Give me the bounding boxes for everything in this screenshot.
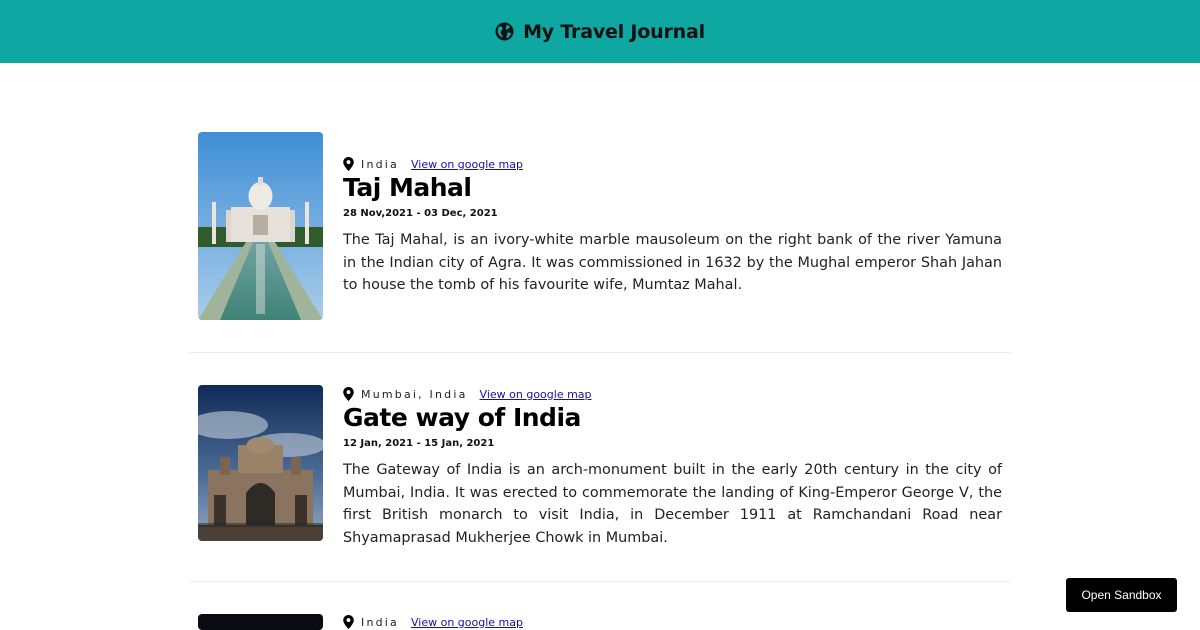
google-map-link[interactable]: View on google map — [480, 388, 592, 401]
entry-title: Gate way of India — [343, 403, 581, 432]
entry-description: The Taj Mahal, is an ivory-white marble … — [343, 232, 1002, 294]
entry-info: India View on google map Taj Mahal 28 No… — [343, 156, 1002, 297]
entry-location: Mumbai, India — [361, 387, 468, 401]
location-row: Mumbai, India View on google map — [343, 386, 1002, 402]
entry-photo — [198, 614, 323, 630]
entry-description: The Gateway of India is an arch-monument… — [343, 462, 1002, 546]
entry-divider — [190, 581, 1010, 582]
open-sandbox-button[interactable]: Open Sandbox — [1066, 578, 1177, 612]
app-title: My Travel Journal — [523, 20, 705, 43]
entry-dates: 28 Nov,2021 - 03 Dec, 2021 — [343, 208, 498, 219]
journal-entry: India View on google map Taj Mahal 28 No… — [190, 132, 1010, 332]
globe-icon — [495, 22, 514, 41]
location-row: India View on google map — [343, 614, 1002, 630]
location-row: India View on google map — [343, 156, 1002, 172]
google-map-link[interactable]: View on google map — [411, 158, 523, 171]
google-map-link[interactable]: View on google map — [411, 616, 523, 629]
entry-dates: 12 Jan, 2021 - 15 Jan, 2021 — [343, 438, 495, 449]
entry-divider — [190, 352, 1010, 353]
entry-info: Mumbai, India View on google map Gate wa… — [343, 386, 1002, 549]
entry-photo-taj-mahal — [198, 132, 323, 320]
location-pin-icon — [343, 387, 354, 401]
entry-info: India View on google map — [343, 614, 1002, 630]
location-pin-icon — [343, 615, 354, 629]
entry-title: Taj Mahal — [343, 173, 472, 202]
entry-location: India — [361, 157, 399, 171]
entry-photo-gateway-of-india — [198, 385, 323, 541]
entry-location: India — [361, 615, 399, 629]
header-bar: My Travel Journal — [0, 0, 1200, 63]
journal-entry: India View on google map — [190, 614, 1010, 630]
journal-entry: Mumbai, India View on google map Gate wa… — [190, 385, 1010, 565]
location-pin-icon — [343, 157, 354, 171]
